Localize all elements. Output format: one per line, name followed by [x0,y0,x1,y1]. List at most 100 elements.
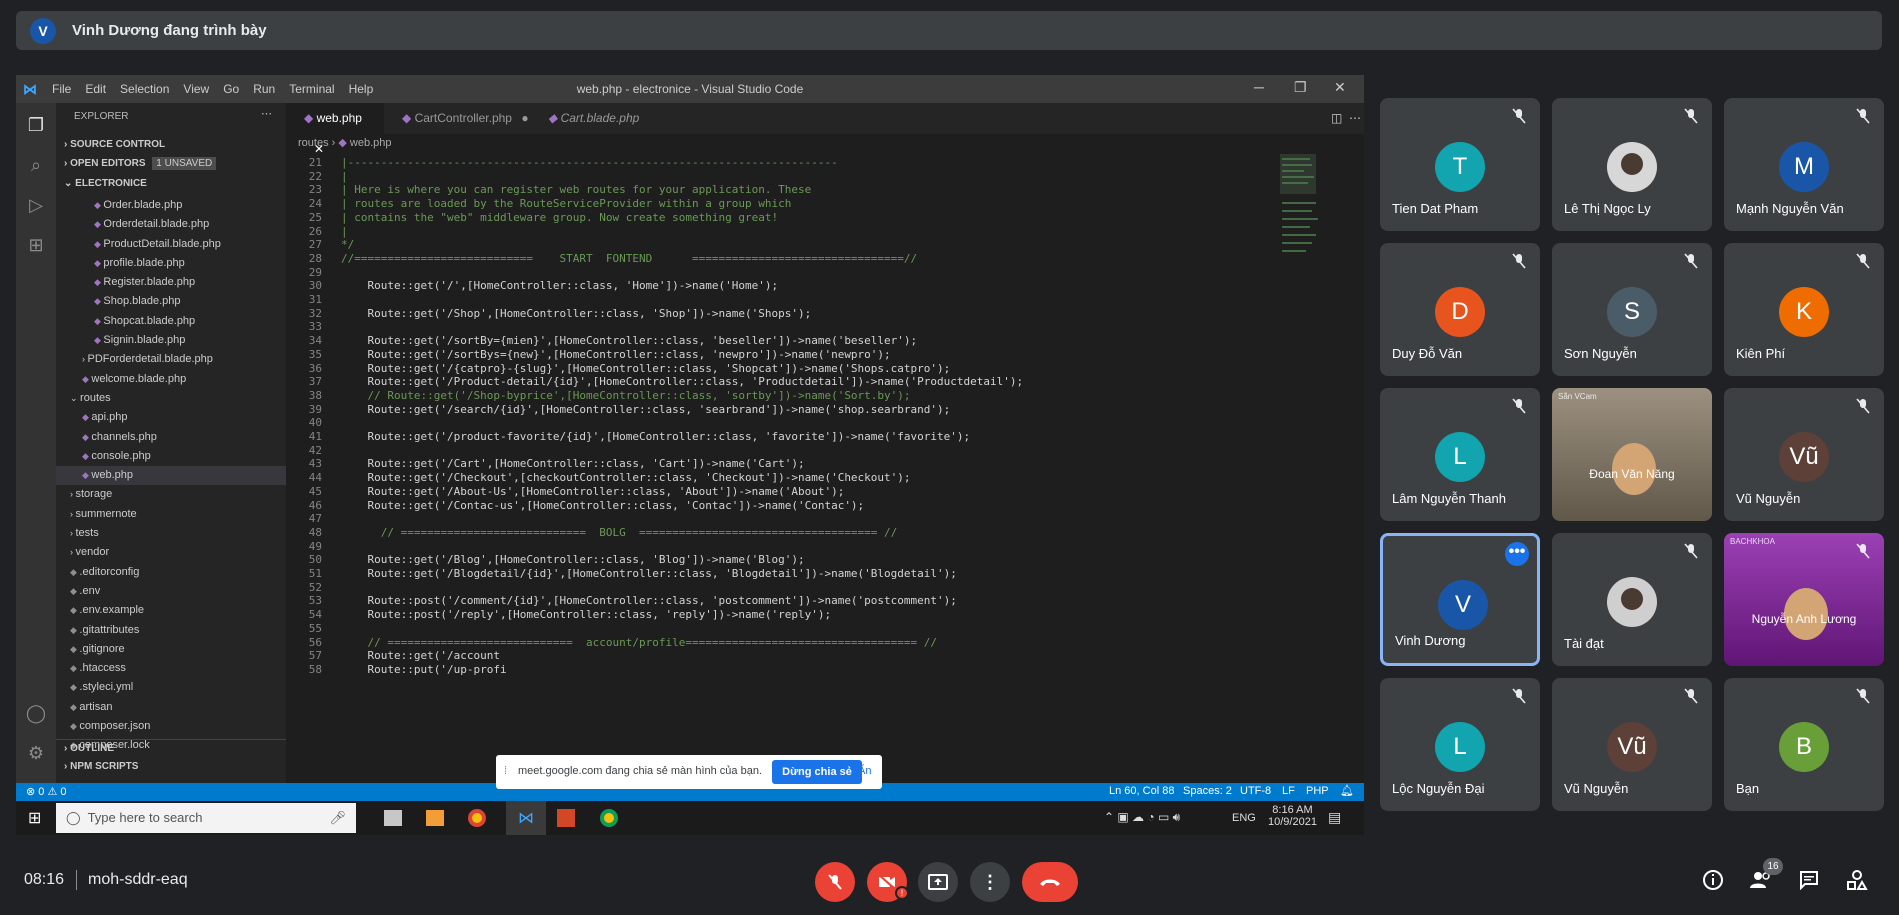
file-item[interactable]: ◆ composer.json [56,717,286,736]
participant-tile[interactable]: L Lộc Nguyễn Đại [1380,678,1540,811]
mic-toggle-button[interactable] [815,862,855,902]
more-actions-icon[interactable]: ⋯ [261,107,272,120]
file-item[interactable]: ◆ Order.blade.php [56,196,286,215]
stop-sharing-button[interactable]: Dừng chia sẻ [772,760,862,784]
participant-tile[interactable]: Sẵn VCam Đoan Văn Năng [1552,388,1712,521]
file-item[interactable]: ◆ ProductDetail.blade.php [56,235,286,254]
microphone-icon[interactable]: 🎤︎ [329,803,346,833]
code-editor[interactable]: 21 |-------------------------------------… [286,152,1286,783]
camera-toggle-button[interactable]: ! [867,862,909,902]
chrome-icon[interactable] [468,809,486,827]
file-item[interactable]: ◆ .editorconfig [56,563,286,582]
file-item[interactable]: ◆ api.php [56,408,286,427]
more-options-button[interactable]: ⋮ [970,862,1010,902]
file-item[interactable]: ◆ Register.blade.php [56,273,286,292]
file-item[interactable]: ◆ .env [56,582,286,601]
language-mode[interactable]: PHP [1306,785,1329,797]
close-icon[interactable]: ✕ [1334,79,1346,96]
people-button[interactable]: 16 [1743,858,1783,898]
file-item[interactable]: ◆ .htaccess [56,659,286,678]
notifications-icon[interactable]: ▤ [1328,809,1341,826]
bell-icon[interactable]: 🔔︎ [1340,784,1354,797]
participant-tile[interactable]: Vũ Vũ Nguyễn [1724,388,1884,521]
cursor-position[interactable]: Ln 60, Col 88 [1109,785,1174,797]
problems-count[interactable]: ⊗ 0 ⚠ 0 [26,785,66,798]
folder-item[interactable]: › storage [56,485,286,504]
folder-item[interactable]: › PDForderdetail.blade.php [56,350,286,369]
folder-item[interactable]: › summernote [56,505,286,524]
participant-tile[interactable]: K Kiên Phí [1724,243,1884,376]
tile-options-icon[interactable]: ••• [1505,542,1529,566]
open-editors-section[interactable]: › OPEN EDITORS 1 UNSAVED [56,155,286,173]
file-item[interactable]: ◆ profile.blade.php [56,254,286,273]
project-section[interactable]: ⌄ ELECTRONICE [56,175,286,193]
minimize-icon[interactable]: ─ [1254,79,1264,95]
file-item[interactable]: ◆ web.php [56,466,286,486]
taskbar-clock[interactable]: 8:16 AM 10/9/2021 [1268,804,1317,828]
input-language[interactable]: ENG [1232,812,1256,824]
participant-tile[interactable]: Tài đạt [1552,533,1712,666]
run-debug-icon[interactable]: ▷ [24,195,48,219]
vscode-taskbar-item[interactable]: ⋈ [506,801,546,835]
present-screen-button[interactable] [918,862,958,902]
participant-tile[interactable]: S Sơn Nguyễn [1552,243,1712,376]
taskbar-search[interactable]: ◯ Type here to search 🎤︎ [56,803,356,833]
npm-scripts-section[interactable]: › NPM SCRIPTS [56,758,286,776]
folder-item[interactable]: › tests [56,524,286,543]
participant-tile[interactable]: BACHKHOA Nguyễn Anh Lương [1724,533,1884,666]
tab-more-icon[interactable]: ⋯ [1349,111,1361,125]
folder-item[interactable]: › vendor [56,543,286,562]
file-item[interactable]: ◆ Orderdetail.blade.php [56,215,286,234]
drag-handle-icon[interactable]: ⁞ [504,765,507,777]
participant-tile[interactable]: Vũ Vũ Nguyễn [1552,678,1712,811]
source-control-section[interactable]: › SOURCE CONTROL [56,136,286,154]
leave-call-button[interactable] [1022,862,1078,902]
file-item[interactable]: ◆ console.php [56,447,286,466]
activities-button[interactable] [1839,862,1875,898]
participant-tile[interactable]: T Tien Dat Pham [1380,98,1540,231]
split-editor-icon[interactable]: ◫ [1331,111,1342,125]
file-item[interactable]: ◆ .gitattributes [56,621,286,640]
tab-cartcontroller[interactable]: ◆ CartController.php ● [384,103,530,134]
file-item[interactable]: ◆ .gitignore [56,640,286,659]
participant-tile[interactable]: V ••• Vinh Dương [1380,533,1540,666]
files-icon[interactable]: ❐ [24,115,48,139]
line-ending[interactable]: LF [1282,785,1295,797]
participant-tile[interactable]: B Bạn [1724,678,1884,811]
account-icon[interactable]: ◯ [24,703,48,727]
settings-gear-icon[interactable]: ⚙ [24,743,48,767]
tab-cart-blade[interactable]: ◆ Cart.blade.php [530,103,650,134]
file-item[interactable]: ◆ artisan [56,698,286,717]
file-item[interactable]: ◆ .styleci.yml [56,678,286,697]
app-icon[interactable] [426,810,444,826]
file-item[interactable]: ◆ .env.example [56,601,286,620]
hide-banner-button[interactable]: Ẩn [858,765,871,777]
file-item[interactable]: ◆ Shopcat.blade.php [56,312,286,331]
meeting-details-button[interactable] [1695,862,1731,898]
indent-setting[interactable]: Spaces: 2 [1183,785,1232,797]
participant-tile[interactable]: L Lâm Nguyễn Thanh [1380,388,1540,521]
breadcrumb-folder[interactable]: routes [298,137,329,149]
file-item[interactable]: ◆ channels.php [56,428,286,447]
file-item[interactable]: ◆ Signin.blade.php [56,331,286,350]
search-icon[interactable]: ⌕ [24,155,48,179]
extensions-icon[interactable]: ⊞ [24,235,48,259]
windows-start-icon[interactable]: ⊞ [28,808,41,828]
chrome-icon[interactable] [600,809,618,827]
breadcrumb-file[interactable]: web.php [350,137,392,149]
folder-item[interactable]: ⌄ routes [56,389,286,408]
file-item[interactable]: ◆ Shop.blade.php [56,292,286,311]
tray-icons[interactable]: ⌃ ▣ ☁ ◔ ▭ 🔊︎ [1104,810,1180,825]
tab-web-php[interactable]: ◆ web.php ✕ [286,103,384,156]
participant-tile[interactable]: M Mạnh Nguyễn Văn [1724,98,1884,231]
restore-icon[interactable]: ❐ [1294,79,1307,96]
encoding[interactable]: UTF-8 [1240,785,1271,797]
chat-button[interactable] [1791,862,1827,898]
task-view-icon[interactable] [384,810,402,826]
participant-tile[interactable]: Lê Thị Ngọc Ly [1552,98,1712,231]
powerpoint-icon[interactable] [557,809,575,827]
file-item[interactable]: ◆ welcome.blade.php [56,370,286,389]
outline-section[interactable]: › OUTLINE [56,739,286,757]
participant-tile[interactable]: D Duy Đỗ Văn [1380,243,1540,376]
minimap[interactable] [1274,152,1334,783]
